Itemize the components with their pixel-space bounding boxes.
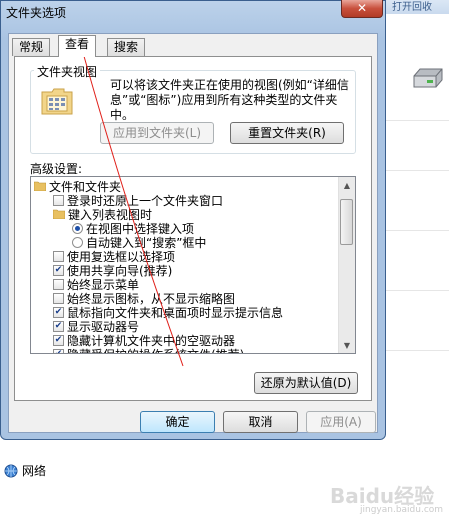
- annotation-arrow: [71, 34, 184, 367]
- tab-view[interactable]: 查看: [58, 35, 97, 57]
